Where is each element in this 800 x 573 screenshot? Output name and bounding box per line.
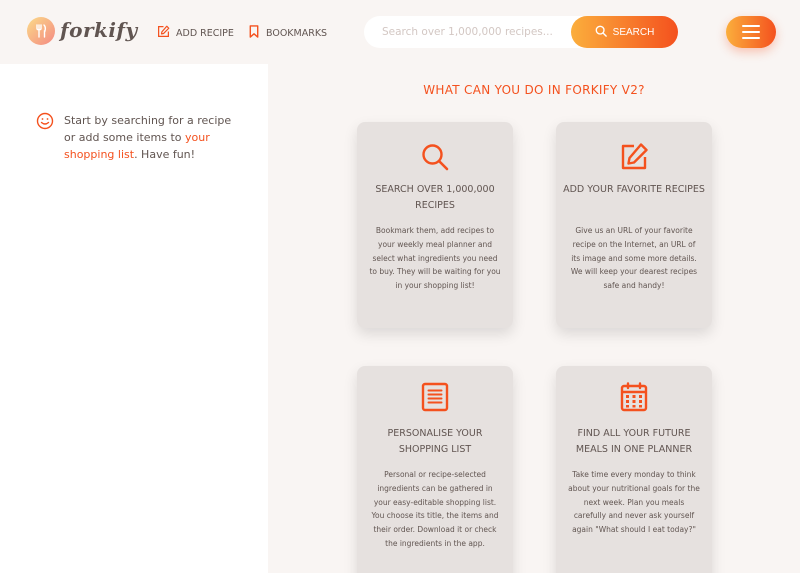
edit-icon	[619, 142, 649, 176]
feature-card-shopping: PERSONALISE YOUR SHOPPING LIST Personal …	[357, 366, 513, 573]
card-text: Personal or recipe-selected ingredients …	[371, 470, 499, 548]
sidebar-message: Start by searching for a recipe or add s…	[36, 112, 236, 163]
card-text: Bookmark them, add recipes to your weekl…	[369, 226, 501, 291]
add-recipe-button[interactable]: ADD RECIPE	[157, 24, 234, 42]
menu-button[interactable]	[726, 16, 776, 48]
card-title: ADD YOUR FAVORITE RECIPES	[563, 184, 705, 195]
card-text: Take time every monday to think about yo…	[568, 470, 700, 535]
card-title: SEARCH OVER 1,000,000 RECIPES	[375, 184, 495, 211]
card-title: FIND ALL YOUR FUTURE MEALS IN ONE PLANNE…	[575, 428, 693, 455]
sidebar: Start by searching for a recipe or add s…	[0, 64, 268, 573]
bookmarks-label: BOOKMARKS	[266, 27, 328, 39]
search-button[interactable]: SEARCH	[571, 16, 678, 48]
menu-icon-bar	[742, 31, 760, 33]
search-button-label: SEARCH	[612, 26, 655, 38]
feature-card-planner: FIND ALL YOUR FUTURE MEALS IN ONE PLANNE…	[556, 366, 712, 573]
page-title: WHAT CAN YOU DO IN FORKIFY V2?	[423, 83, 645, 97]
smile-icon	[36, 112, 54, 163]
add-recipe-label: ADD RECIPE	[176, 27, 234, 39]
sidebar-message-text: Start by searching for a recipe or add s…	[64, 114, 232, 161]
search-icon	[420, 142, 450, 176]
logo-text[interactable]: forkify	[60, 18, 138, 42]
edit-icon	[157, 25, 170, 41]
card-title: PERSONALISE YOUR SHOPPING LIST	[387, 428, 483, 455]
logo-icon[interactable]	[27, 17, 55, 45]
bookmarks-button[interactable]: BOOKMARKS	[248, 24, 327, 42]
feature-card-search: SEARCH OVER 1,000,000 RECIPES Bookmark t…	[357, 122, 513, 328]
bookmark-icon	[248, 25, 260, 41]
header: forkify ADD RECIPE BOOKMARKS SEARCH	[0, 0, 800, 64]
list-icon	[421, 382, 449, 416]
search-icon	[595, 25, 607, 40]
calendar-icon	[620, 382, 648, 416]
menu-icon-bar	[742, 25, 760, 27]
menu-icon-bar	[742, 37, 760, 39]
search-input[interactable]	[382, 24, 562, 40]
card-text: Give us an URL of your favorite recipe o…	[570, 226, 698, 291]
feature-card-add: ADD YOUR FAVORITE RECIPES Give us an URL…	[556, 122, 712, 328]
